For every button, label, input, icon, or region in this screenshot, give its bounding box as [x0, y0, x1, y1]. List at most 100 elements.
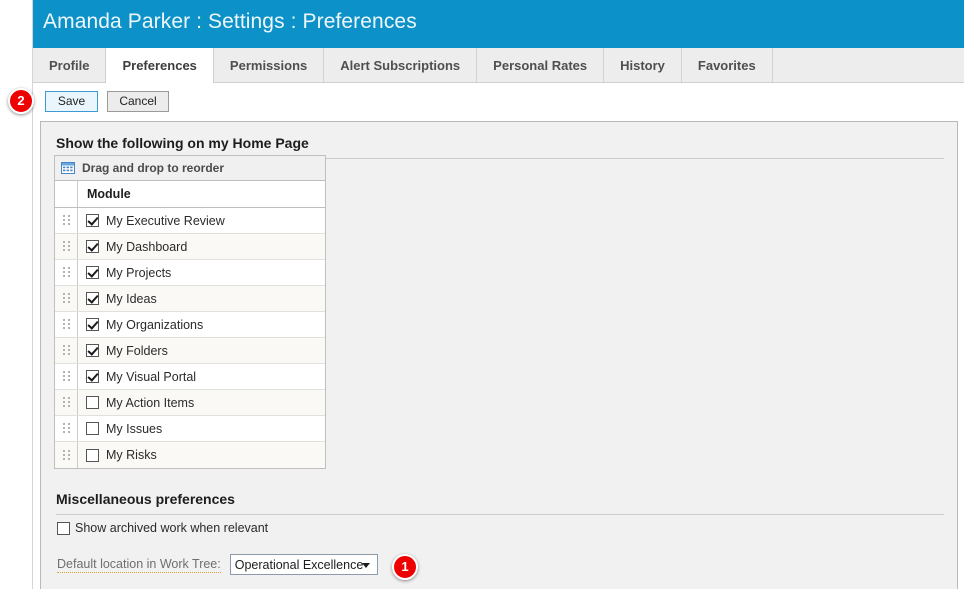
- grid-icon: [61, 162, 75, 174]
- tab-preferences[interactable]: Preferences: [105, 48, 214, 83]
- callout-badge-1: 1: [392, 554, 418, 580]
- module-row[interactable]: My Risks: [55, 442, 325, 468]
- drag-dots-icon: [62, 423, 70, 434]
- drag-handle-icon[interactable]: [55, 286, 78, 311]
- module-checkbox[interactable]: [86, 318, 99, 331]
- tab-label: History: [620, 57, 665, 73]
- module-row[interactable]: My Projects: [55, 260, 325, 286]
- tab-history[interactable]: History: [604, 48, 682, 82]
- drag-dots-icon: [62, 397, 70, 408]
- module-label: My Organizations: [106, 317, 204, 332]
- home-page-section-title: Show the following on my Home Page: [56, 135, 309, 151]
- drag-handle-icon[interactable]: [55, 208, 78, 233]
- module-cell: My Folders: [78, 338, 325, 363]
- module-label: My Projects: [106, 265, 172, 280]
- module-checkbox[interactable]: [86, 344, 99, 357]
- tab-personal-rates[interactable]: Personal Rates: [477, 48, 605, 82]
- module-label: My Risks: [106, 448, 157, 462]
- module-row[interactable]: My Action Items: [55, 390, 325, 416]
- chevron-down-icon: [361, 562, 370, 568]
- module-label: My Visual Portal: [106, 369, 197, 384]
- show-archived-checkbox[interactable]: [57, 521, 70, 535]
- drag-dots-icon: [62, 241, 70, 252]
- tab-label: Alert Subscriptions: [340, 57, 461, 73]
- tab-bar-filler: [772, 48, 964, 82]
- drag-handle-icon[interactable]: [55, 364, 78, 389]
- show-archived-label: Show archived work when relevant: [75, 521, 269, 535]
- column-header-module: Module: [87, 187, 131, 201]
- callout-badge-2: 2: [8, 88, 34, 114]
- tab-label: Permissions: [229, 57, 308, 73]
- default-location-row: Default location in Work Tree: Operation…: [57, 554, 378, 575]
- cancel-button[interactable]: Cancel: [107, 91, 169, 112]
- action-toolbar: Save Cancel: [33, 83, 964, 121]
- drag-handle-icon[interactable]: [55, 260, 78, 285]
- module-checkbox[interactable]: [86, 448, 99, 462]
- drag-dots-icon: [62, 215, 70, 226]
- drag-dots-icon: [62, 319, 70, 330]
- module-checkbox[interactable]: [86, 370, 99, 383]
- table-header-row: Module: [55, 181, 325, 208]
- drag-handle-icon[interactable]: [55, 338, 78, 363]
- module-label: My Folders: [106, 343, 168, 358]
- preferences-panel: Show the following on my Home Page Drag …: [40, 121, 958, 589]
- module-checkbox[interactable]: [86, 266, 99, 279]
- tab-label: Favorites: [697, 57, 756, 73]
- drag-handle-icon[interactable]: [55, 312, 78, 337]
- module-cell: My Executive Review: [78, 208, 325, 233]
- drag-handle-icon[interactable]: [55, 390, 78, 415]
- drag-dots-icon: [62, 267, 70, 278]
- table-header-handle-cell: [55, 181, 78, 207]
- module-row[interactable]: My Dashboard: [55, 234, 325, 260]
- module-row[interactable]: My Folders: [55, 338, 325, 364]
- page-header: Amanda Parker : Settings : Preferences: [33, 0, 964, 48]
- tab-label: Profile: [49, 57, 90, 73]
- tab-label: Personal Rates: [493, 57, 588, 73]
- drag-dots-icon: [62, 345, 70, 356]
- save-button[interactable]: Save: [45, 91, 98, 112]
- reorder-caption-label: Drag and drop to reorder: [82, 161, 225, 175]
- drag-dots-icon: [62, 293, 70, 304]
- module-checkbox[interactable]: [86, 292, 99, 305]
- preferences-page: Amanda Parker : Settings : Preferences P…: [0, 0, 964, 589]
- default-location-value: Operational Excellence: [234, 557, 364, 572]
- tab-bar: Profile Preferences Permissions Alert Su…: [33, 48, 964, 83]
- module-label: My Dashboard: [106, 239, 188, 254]
- module-cell: My Action Items: [78, 390, 325, 415]
- tab-favorites[interactable]: Favorites: [681, 48, 773, 82]
- show-archived-row[interactable]: Show archived work when relevant: [57, 521, 268, 535]
- module-cell: My Organizations: [78, 312, 325, 337]
- module-row-list: My Executive Review My Dashboard My Projec…: [55, 208, 325, 468]
- tab-alert-subscriptions[interactable]: Alert Subscriptions: [324, 48, 478, 82]
- module-cell: My Dashboard: [78, 234, 325, 259]
- module-checkbox[interactable]: [86, 240, 99, 253]
- reorder-caption-bar: Drag and drop to reorder: [55, 156, 325, 181]
- tab-permissions[interactable]: Permissions: [213, 48, 325, 82]
- module-label: My Issues: [106, 421, 163, 436]
- module-cell: My Risks: [78, 442, 325, 468]
- misc-section-title: Miscellaneous preferences: [56, 491, 235, 507]
- module-row[interactable]: My Ideas: [55, 286, 325, 312]
- module-row[interactable]: My Issues: [55, 416, 325, 442]
- section-divider: [56, 514, 944, 515]
- default-location-select[interactable]: Operational Excellence: [229, 554, 378, 575]
- tab-label: Preferences: [122, 57, 197, 73]
- page-title: Amanda Parker : Settings : Preferences: [43, 10, 417, 33]
- drag-handle-icon[interactable]: [55, 234, 78, 259]
- default-location-label: Default location in Work Tree:: [57, 556, 221, 573]
- module-checkbox[interactable]: [86, 422, 99, 435]
- module-label: My Action Items: [106, 395, 195, 410]
- drag-dots-icon: [62, 371, 70, 382]
- drag-handle-icon[interactable]: [55, 442, 78, 468]
- drag-dots-icon: [62, 449, 70, 461]
- drag-handle-icon[interactable]: [55, 416, 78, 441]
- module-cell: My Issues: [78, 416, 325, 441]
- module-row[interactable]: My Visual Portal: [55, 364, 325, 390]
- module-checkbox[interactable]: [86, 396, 99, 409]
- module-row[interactable]: My Organizations: [55, 312, 325, 338]
- module-cell: My Ideas: [78, 286, 325, 311]
- module-row[interactable]: My Executive Review: [55, 208, 325, 234]
- module-checkbox[interactable]: [86, 214, 99, 227]
- tab-profile[interactable]: Profile: [33, 48, 107, 82]
- module-cell: My Projects: [78, 260, 325, 285]
